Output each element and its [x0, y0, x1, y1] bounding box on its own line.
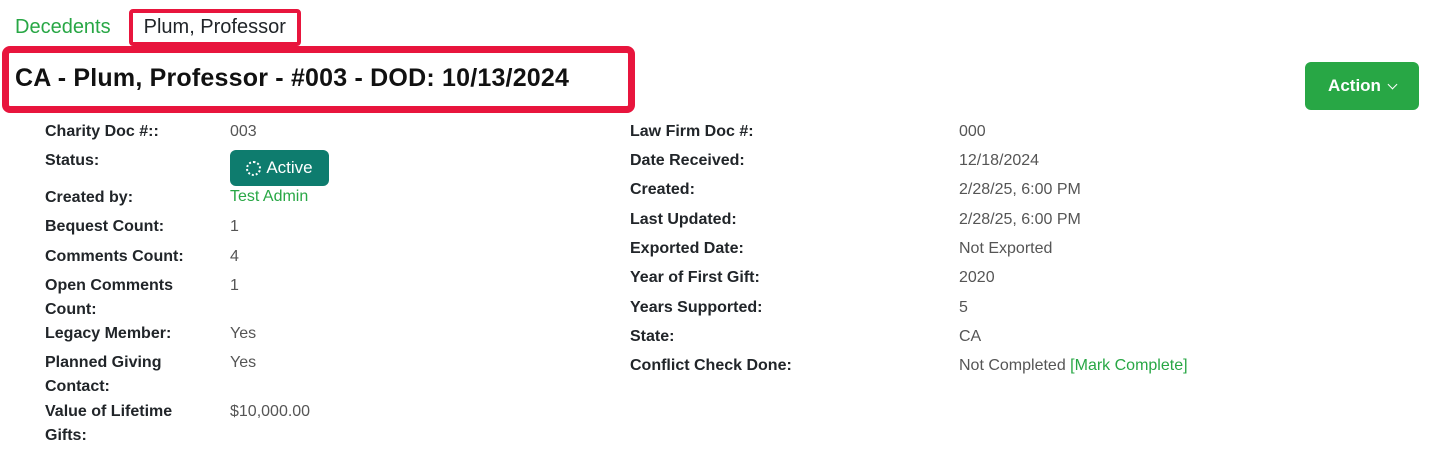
spinner-icon	[246, 160, 262, 176]
exported-date-label: Exported Date:	[630, 240, 744, 257]
comments-count-value: 4	[230, 248, 239, 265]
created-by-link[interactable]: Test Admin	[230, 185, 308, 209]
legacy-member-value: Yes	[230, 325, 257, 342]
status-label: Status:	[45, 152, 100, 169]
open-comments-label-line1: Open Comments	[45, 277, 174, 294]
open-comments-label-line2: Count:	[45, 301, 97, 318]
planned-giving-label-line1: Planned Giving	[45, 354, 162, 371]
planned-giving-label-line2: Contact:	[45, 378, 110, 395]
planned-giving-value: Yes	[230, 354, 257, 371]
action-dropdown-button[interactable]: Action	[1305, 62, 1419, 110]
comments-count-label: Comments Count:	[45, 248, 184, 265]
conflict-check-label: Conflict Check Done:	[630, 357, 792, 374]
charity-doc-value: 003	[230, 123, 257, 140]
breadcrumb-current: Plum, Professor	[128, 8, 301, 46]
status-badge: Active	[230, 150, 329, 186]
mark-complete-link[interactable]: [Mark Complete]	[1070, 357, 1187, 374]
first-gift-year-value: 2020	[959, 269, 995, 286]
action-button-label: Action	[1328, 76, 1381, 95]
lifetime-gifts-label-line2: Gifts:	[45, 427, 87, 444]
legacy-member-label: Legacy Member:	[45, 325, 172, 342]
state-label: State:	[630, 328, 675, 345]
state-value: CA	[959, 328, 982, 345]
created-label: Created:	[630, 181, 695, 198]
breadcrumb-decedents-link[interactable]: Decedents	[15, 16, 111, 39]
law-firm-doc-label: Law Firm Doc #:	[630, 123, 754, 140]
law-firm-doc-value: 000	[959, 123, 986, 140]
created-value: 2/28/25, 6:00 PM	[959, 181, 1081, 198]
last-updated-value: 2/28/25, 6:00 PM	[959, 211, 1081, 228]
chevron-down-icon	[1387, 79, 1398, 89]
date-received-value: 12/18/2024	[959, 152, 1040, 169]
years-supported-value: 5	[959, 299, 968, 316]
conflict-check-value: Not Completed	[959, 357, 1066, 374]
lifetime-gifts-label-line1: Value of Lifetime	[45, 403, 173, 420]
page-title: CA - Plum, Professor - #003 - DOD: 10/13…	[15, 64, 570, 92]
breadcrumb: Decedents Plum, Professor	[15, 8, 301, 46]
bequest-count-label: Bequest Count:	[45, 218, 165, 235]
date-received-label: Date Received:	[630, 152, 745, 169]
created-by-label: Created by:	[45, 189, 134, 206]
last-updated-label: Last Updated:	[630, 211, 737, 228]
years-supported-label: Years Supported:	[630, 299, 763, 316]
exported-date-value: Not Exported	[959, 240, 1053, 257]
first-gift-year-label: Year of First Gift:	[630, 269, 760, 286]
charity-doc-label: Charity Doc #::	[45, 123, 159, 140]
bequest-count-value: 1	[230, 218, 239, 235]
breadcrumb-separator	[123, 16, 124, 38]
status-value: Active	[266, 158, 313, 177]
conflict-check-value-row: Not Completed [Mark Complete]	[959, 354, 1188, 378]
lifetime-gifts-value: $10,000.00	[230, 403, 311, 420]
open-comments-value: 1	[230, 277, 239, 294]
